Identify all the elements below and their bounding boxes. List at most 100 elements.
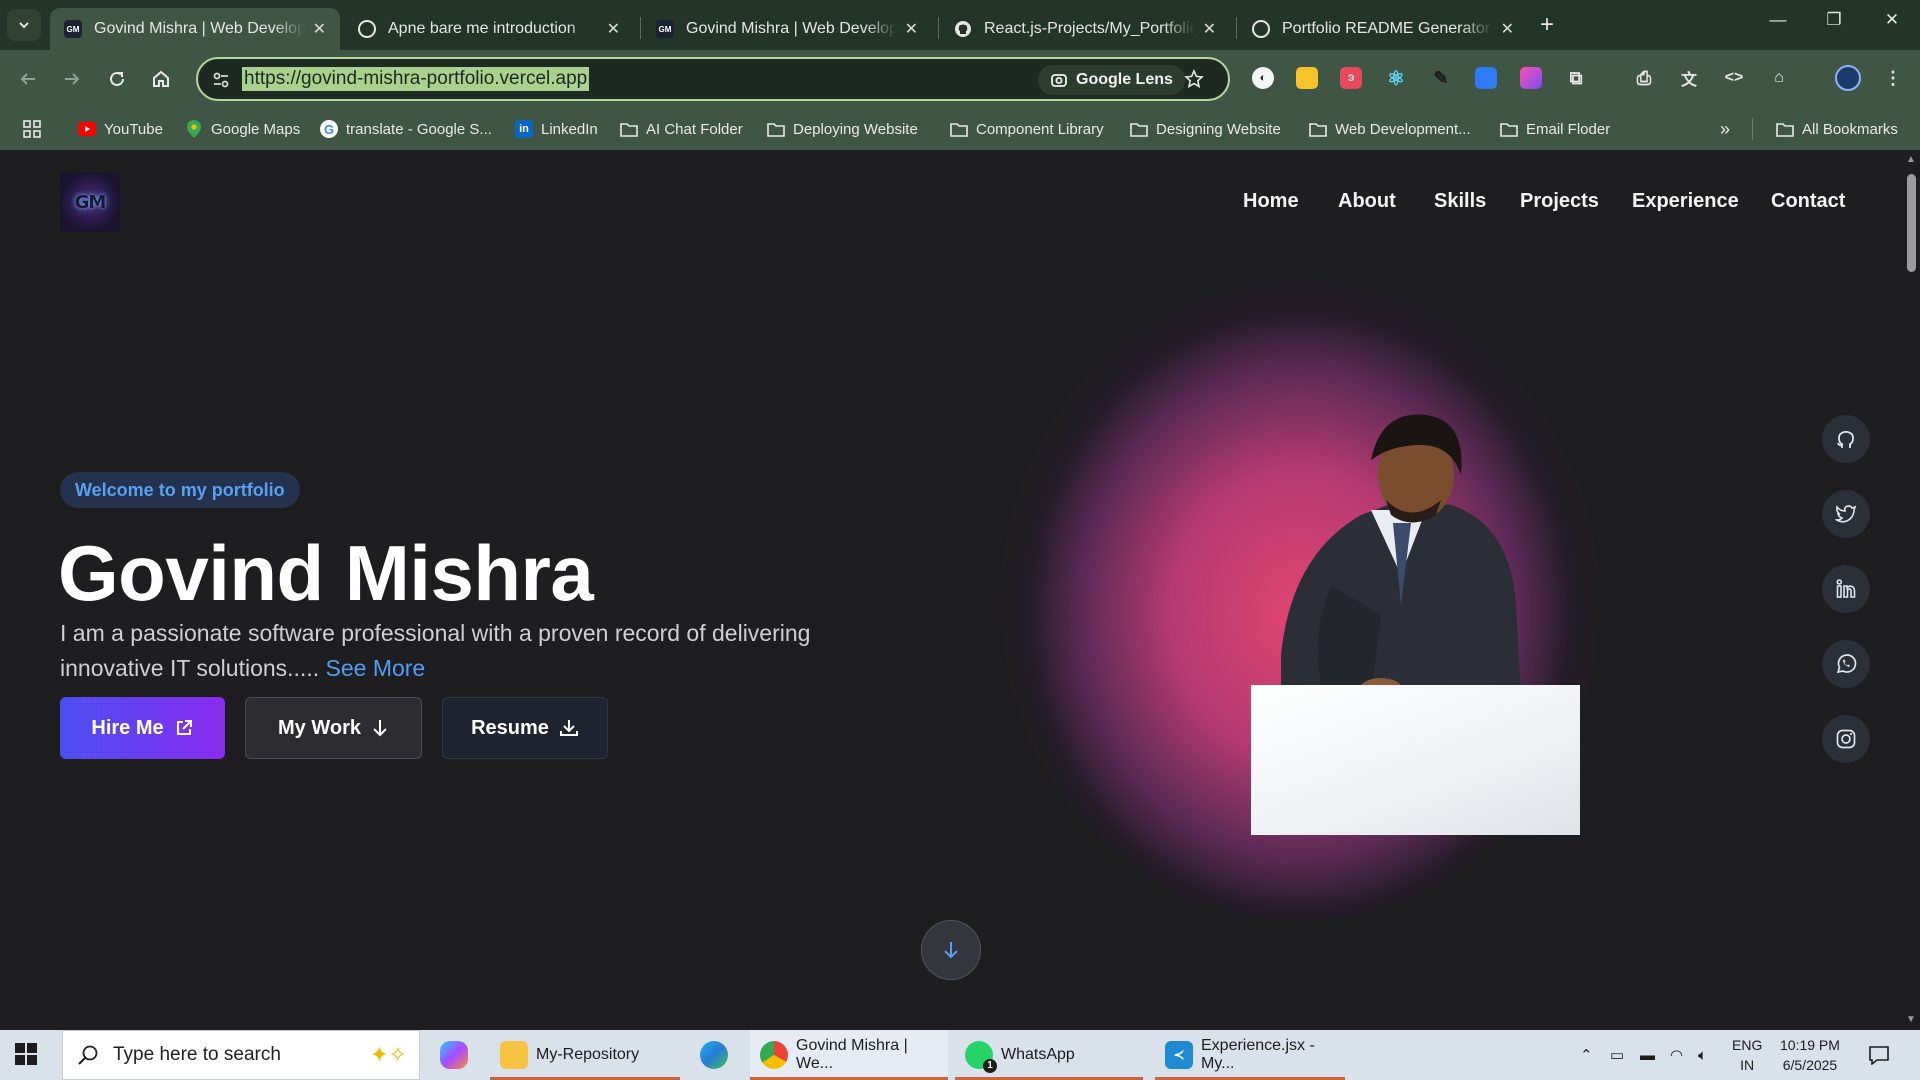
linkedin-social-button[interactable] [1822, 565, 1870, 613]
bookmark-google-maps[interactable]: Google Maps [185, 118, 300, 140]
nav-experience[interactable]: Experience [1632, 190, 1739, 213]
notifications-icon[interactable] [1868, 1030, 1890, 1080]
close-tab-icon[interactable]: ✕ [905, 19, 918, 39]
meet-now-icon[interactable]: ▭ [1610, 1030, 1624, 1080]
whatsapp-icon: 1 [965, 1041, 997, 1073]
bookmark-folder-deploying[interactable]: Deploying Website [767, 118, 918, 140]
close-tab-icon[interactable]: ✕ [1203, 19, 1216, 39]
extension-1-icon[interactable]: ◐ [1252, 67, 1274, 89]
taskbar-file-explorer[interactable]: My-Repository [490, 1030, 680, 1080]
extension-3-icon[interactable]: Ͽ [1340, 67, 1362, 89]
tab-github[interactable]: React.js-Projects/My_Portfolio at ✕ [940, 8, 1230, 50]
start-button[interactable] [14, 1042, 38, 1071]
extensions-puzzle-icon[interactable]: ⧉ [1565, 67, 1587, 89]
bookmark-folder-ai-chat[interactable]: AI Chat Folder [620, 118, 743, 140]
lens-label: Google Lens [1076, 71, 1173, 88]
tab-chatgpt[interactable]: Apne bare me introduction ✕ [344, 8, 634, 50]
hero-description-text: I am a passionate software professional … [60, 620, 811, 681]
google-lens-button[interactable]: Google Lens [1038, 65, 1185, 95]
linkedin-icon [1836, 579, 1856, 598]
scrollbar-thumb[interactable] [1907, 174, 1916, 272]
see-more-link[interactable]: See More [326, 655, 426, 681]
github-social-button[interactable] [1822, 415, 1870, 463]
welcome-badge: Welcome to my portfolio [60, 472, 300, 508]
forward-button[interactable] [58, 65, 86, 93]
profile-avatar-icon[interactable] [1835, 65, 1861, 91]
chevron-down-icon [19, 22, 29, 29]
site-logo[interactable]: GM [60, 172, 120, 232]
new-tab-button[interactable]: + [1540, 12, 1554, 38]
all-bookmarks-button[interactable]: All Bookmarks [1776, 118, 1898, 140]
bookmark-translate[interactable]: G translate - Google S... [320, 118, 492, 140]
bookmark-folder-designing[interactable]: Designing Website [1130, 118, 1281, 140]
instagram-social-button[interactable] [1822, 715, 1870, 763]
taskbar-edge[interactable] [700, 1030, 736, 1080]
nav-about[interactable]: About [1338, 190, 1396, 213]
extension-7-icon[interactable] [1520, 67, 1542, 89]
bookmark-folder-web-development[interactable]: Web Development... [1309, 118, 1471, 140]
close-tab-icon[interactable]: ✕ [313, 19, 326, 39]
twitter-social-button[interactable] [1822, 490, 1870, 538]
tab-readme-generator[interactable]: Portfolio README Generator ✕ [1238, 8, 1528, 50]
battery-icon[interactable]: ▬ [1640, 1030, 1655, 1080]
nav-projects[interactable]: Projects [1520, 190, 1599, 213]
close-tab-icon[interactable]: ✕ [607, 19, 620, 39]
bookmark-linkedin[interactable]: in LinkedIn [515, 118, 598, 140]
address-bar[interactable]: https://govind-mishra-portfolio.vercel.a… [196, 57, 1230, 101]
scroll-up-arrow-icon[interactable]: ▲ [1906, 154, 1916, 165]
tray-overflow-chevron-icon[interactable]: ⌃ [1580, 1030, 1593, 1080]
print-icon[interactable]: ⎙ [1633, 67, 1655, 89]
resume-button[interactable]: Resume [442, 697, 608, 759]
chrome-icon [760, 1041, 788, 1069]
extension-bucket-icon[interactable]: ⌂ [1768, 67, 1790, 89]
nav-skills[interactable]: Skills [1434, 190, 1486, 213]
taskbar-whatsapp[interactable]: 1 WhatsApp [955, 1030, 1143, 1080]
minimize-button[interactable]: — [1758, 10, 1798, 30]
volume-icon[interactable]: 🔈︎ [1698, 1030, 1707, 1080]
my-work-button[interactable]: My Work [245, 697, 422, 759]
taskbar-search-box[interactable]: Type here to search ✦✧ [62, 1030, 420, 1080]
bookmark-star-icon[interactable] [1184, 69, 1204, 94]
folder-icon [500, 1041, 528, 1069]
taskbar-chrome[interactable]: Govind Mishra | We... [750, 1030, 948, 1080]
scroll-down-arrow-icon[interactable]: ▼ [1906, 1014, 1916, 1025]
nav-contact[interactable]: Contact [1771, 190, 1845, 213]
apps-grid-button[interactable] [22, 118, 42, 140]
url-text[interactable]: https://govind-mishra-portfolio.vercel.a… [242, 67, 590, 91]
clock[interactable]: 10:19 PM 6/5/2025 [1780, 1030, 1840, 1080]
tab-portfolio-2[interactable]: GM Govind Mishra | Web Developer ✕ [642, 8, 932, 50]
scroll-down-button[interactable] [921, 920, 981, 980]
react-devtools-icon[interactable]: ⚛ [1385, 67, 1407, 90]
translate-icon[interactable]: 文 [1678, 67, 1700, 89]
google-docs-icon[interactable] [1475, 67, 1497, 89]
back-button[interactable] [14, 65, 42, 93]
nav-home[interactable]: Home [1243, 190, 1299, 213]
notification-badge: 1 [983, 1059, 997, 1073]
wifi-icon[interactable]: ◠ [1670, 1030, 1683, 1080]
tab-portfolio-active[interactable]: GM Govind Mishra | Web Developer ✕ [50, 8, 340, 50]
portfolio-page: GM Home About Skills Projects Experience… [0, 150, 1902, 1030]
taskbar-copilot[interactable] [440, 1030, 476, 1080]
notebook-paper [1251, 685, 1580, 835]
tab-search-button[interactable] [7, 9, 41, 41]
hire-me-button[interactable]: Hire Me [60, 697, 225, 759]
color-picker-icon[interactable]: ✎ [1430, 67, 1452, 89]
close-window-button[interactable]: ✕ [1872, 10, 1912, 30]
devtools-code-icon[interactable]: <> [1723, 67, 1745, 89]
whatsapp-social-button[interactable] [1822, 640, 1870, 688]
reload-button[interactable] [103, 65, 131, 93]
page-scrollbar[interactable]: ▲ ▼ [1902, 150, 1920, 1030]
google-keep-icon[interactable] [1296, 67, 1318, 89]
bookmark-folder-component-library[interactable]: Component Library [950, 118, 1104, 140]
site-info-icon[interactable] [212, 71, 230, 94]
folder-icon [1500, 120, 1518, 138]
language-indicator[interactable]: ENG IN [1732, 1030, 1762, 1080]
home-button[interactable] [147, 65, 175, 93]
close-tab-icon[interactable]: ✕ [1501, 19, 1514, 39]
more-bookmarks-chevron-icon[interactable]: » [1720, 118, 1730, 140]
bookmark-youtube[interactable]: YouTube [78, 118, 163, 140]
taskbar-vscode[interactable]: ≺ Experience.jsx - My... [1155, 1030, 1345, 1080]
restore-button[interactable]: ❐ [1814, 10, 1854, 30]
more-menu-icon[interactable]: ⋮ [1882, 67, 1904, 89]
bookmark-folder-email[interactable]: Email Floder [1500, 118, 1610, 140]
